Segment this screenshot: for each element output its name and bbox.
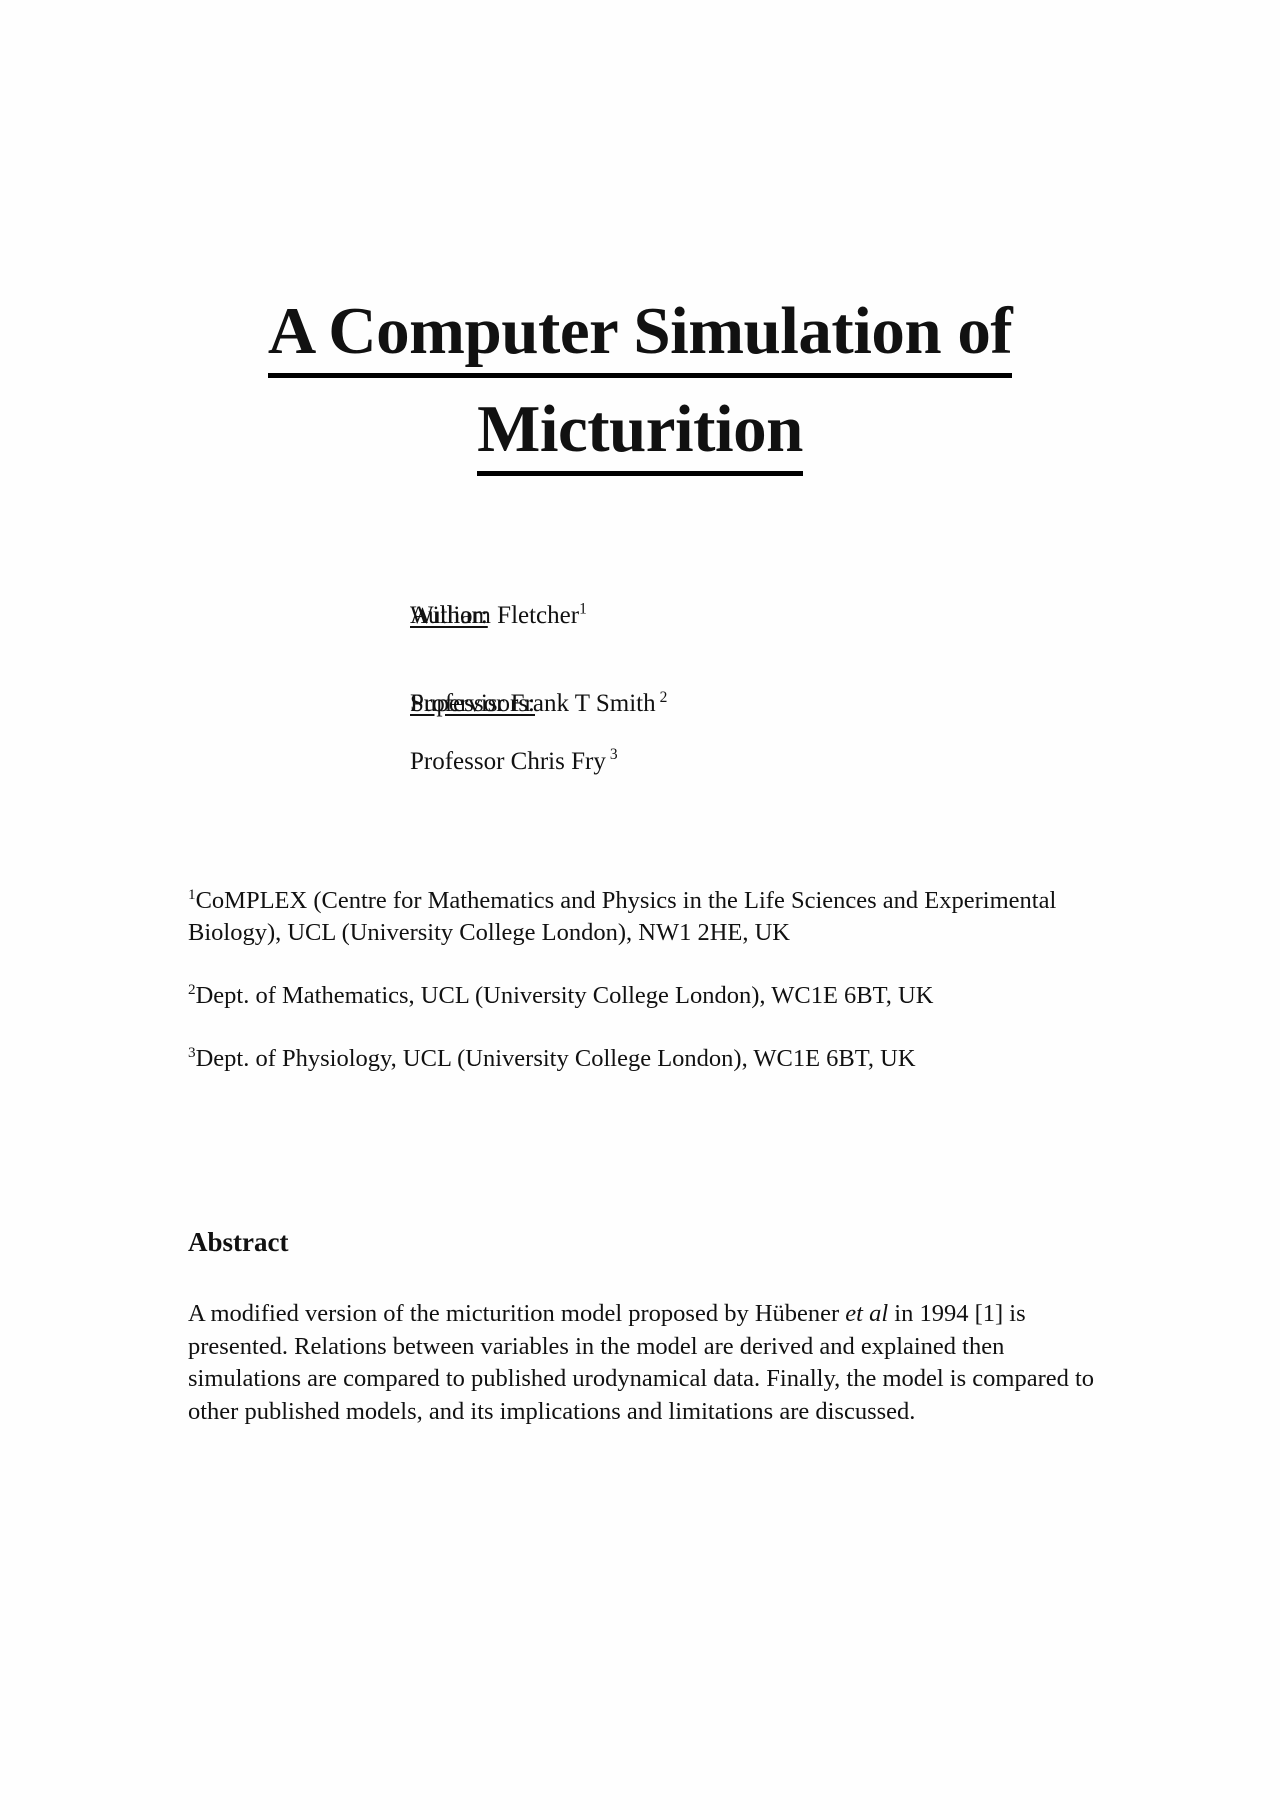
supervisor-name-2: Professor Chris Fry 3 xyxy=(410,746,1092,777)
credits-block: Author: William Fletcher1 Supervisors: P… xyxy=(188,600,1092,777)
affiliation-3: 3Dept. of Physiology, UCL (University Co… xyxy=(188,1043,1098,1075)
affiliation-1-text: CoMPLEX (Centre for Mathematics and Phys… xyxy=(188,887,1057,946)
affiliation-3-marker: 3 xyxy=(188,1043,196,1061)
credit-values-supervisors: Professor Frank T Smith 2 Professor Chris… xyxy=(410,688,1092,777)
affiliation-2-marker: 2 xyxy=(188,980,196,998)
title-line-2: Micturition xyxy=(477,390,803,477)
author-name-text: William Fletcher xyxy=(410,602,580,629)
affiliation-1: 1CoMPLEX (Centre for Mathematics and Phy… xyxy=(188,885,1098,949)
affiliation-1-marker: 1 xyxy=(188,885,196,903)
supervisor-name-1: Professor Frank T Smith 2 xyxy=(410,688,1092,719)
abstract-text-italic: et al xyxy=(845,1300,889,1327)
supervisor-1-text: Professor Frank T Smith xyxy=(410,690,656,718)
document-page: A Computer Simulation of Micturition Aut… xyxy=(0,0,1280,1810)
author-affiliation-marker: 1 xyxy=(579,600,587,618)
abstract-body: A modified version of the micturition mo… xyxy=(188,1298,1104,1428)
supervisor-2-text: Professor Chris Fry xyxy=(410,747,606,775)
credit-label-author: Author: xyxy=(188,600,488,631)
affiliation-2: 2Dept. of Mathematics, UCL (University C… xyxy=(188,980,1098,1012)
credit-row-author: Author: William Fletcher1 xyxy=(188,600,1092,631)
affiliation-2-text: Dept. of Mathematics, UCL (University Co… xyxy=(195,981,934,1009)
affiliations-block: 1CoMPLEX (Centre for Mathematics and Phy… xyxy=(188,885,1098,1074)
author-name: William Fletcher1 xyxy=(410,600,1092,631)
supervisor-2-affiliation-marker: 3 xyxy=(609,746,618,764)
page-title: A Computer Simulation of Micturition xyxy=(188,292,1092,477)
affiliation-3-text: Dept. of Physiology, UCL (University Col… xyxy=(195,1044,916,1072)
title-line-1: A Computer Simulation of xyxy=(267,292,1013,379)
abstract-text-part-1: A modified version of the micturition mo… xyxy=(188,1300,846,1327)
credit-row-supervisors: Supervisors: Professor Frank T Smith 2 Pr… xyxy=(188,688,1092,777)
credit-label-supervisors: Supervisors: xyxy=(188,688,535,719)
credit-values-author: William Fletcher1 xyxy=(410,600,1092,631)
supervisor-1-affiliation-marker: 2 xyxy=(659,688,668,706)
abstract-heading: Abstract xyxy=(188,1227,289,1257)
